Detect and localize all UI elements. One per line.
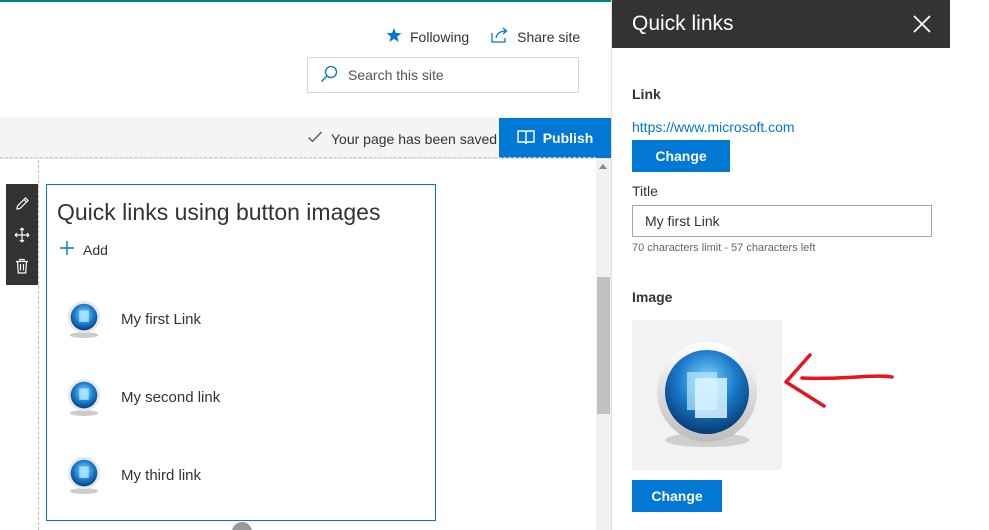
character-count-hint: 70 characters limit - 57 characters left xyxy=(632,242,816,254)
section-divider xyxy=(0,157,596,158)
quick-link-item[interactable]: My first Link xyxy=(65,299,201,339)
webpart-toolbar xyxy=(6,184,38,285)
quick-links-webpart[interactable]: Quick links using button images Add My f… xyxy=(46,184,436,521)
image-preview xyxy=(632,320,782,470)
quick-link-label: My second link xyxy=(121,388,221,406)
page-scrollbar[interactable] xyxy=(596,160,611,530)
link-label: Link xyxy=(632,86,661,102)
title-field[interactable]: My first Link xyxy=(632,205,932,237)
saved-message: Your page has been saved xyxy=(331,130,498,147)
book-icon xyxy=(517,129,535,148)
following-button[interactable]: Following xyxy=(386,27,469,46)
scroll-thumb[interactable] xyxy=(597,277,610,414)
title-field-value: My first Link xyxy=(645,213,720,229)
quick-link-label: My third link xyxy=(121,466,202,484)
image-label: Image xyxy=(632,289,673,305)
quick-link-item[interactable]: My third link xyxy=(65,455,201,495)
suite-bar-accent xyxy=(0,0,611,2)
link-url[interactable]: https://www.microsoft.com xyxy=(632,119,795,135)
quick-link-item[interactable]: My second link xyxy=(65,377,220,417)
scroll-up-arrow[interactable] xyxy=(599,164,607,169)
publish-button[interactable]: Publish xyxy=(499,118,611,158)
site-header-actions: Following Share site xyxy=(386,27,580,46)
add-label: Add xyxy=(83,241,108,258)
property-pane-header: Quick links xyxy=(612,0,950,48)
sharepoint-edit-page: Following Share site Search this site Yo… xyxy=(0,0,989,530)
property-pane-title: Quick links xyxy=(632,12,734,35)
red-arrow-annotation xyxy=(784,353,894,408)
following-label: Following xyxy=(410,28,470,45)
close-icon[interactable] xyxy=(912,14,932,34)
search-placeholder: Search this site xyxy=(348,67,444,83)
pencil-icon[interactable] xyxy=(14,196,30,212)
trash-icon[interactable] xyxy=(14,258,30,274)
checkmark-icon xyxy=(307,130,323,147)
move-icon[interactable] xyxy=(14,227,30,243)
search-input[interactable]: Search this site xyxy=(307,57,579,93)
button-orb-icon xyxy=(657,342,757,447)
add-link-button[interactable]: Add xyxy=(59,240,108,259)
search-icon xyxy=(320,65,338,86)
share-site-button[interactable]: Share site xyxy=(491,27,580,46)
add-section-button[interactable] xyxy=(232,522,252,530)
section-border xyxy=(38,160,39,530)
share-site-label: Share site xyxy=(517,28,581,45)
plus-icon xyxy=(59,240,75,259)
share-icon xyxy=(491,27,509,46)
saved-status: Your page has been saved xyxy=(307,130,497,147)
webpart-title[interactable]: Quick links using button images xyxy=(57,199,380,226)
button-orb-icon xyxy=(67,456,101,494)
button-orb-icon xyxy=(67,378,101,416)
star-icon xyxy=(386,27,402,46)
quick-link-label: My first Link xyxy=(121,310,202,328)
title-label: Title xyxy=(632,183,658,199)
property-pane: Quick links Link https://www.microsoft.c… xyxy=(611,0,950,530)
button-orb-icon xyxy=(67,300,101,338)
publish-label: Publish xyxy=(542,130,594,146)
change-image-button[interactable]: Change xyxy=(632,480,722,512)
change-link-button[interactable]: Change xyxy=(632,140,730,172)
